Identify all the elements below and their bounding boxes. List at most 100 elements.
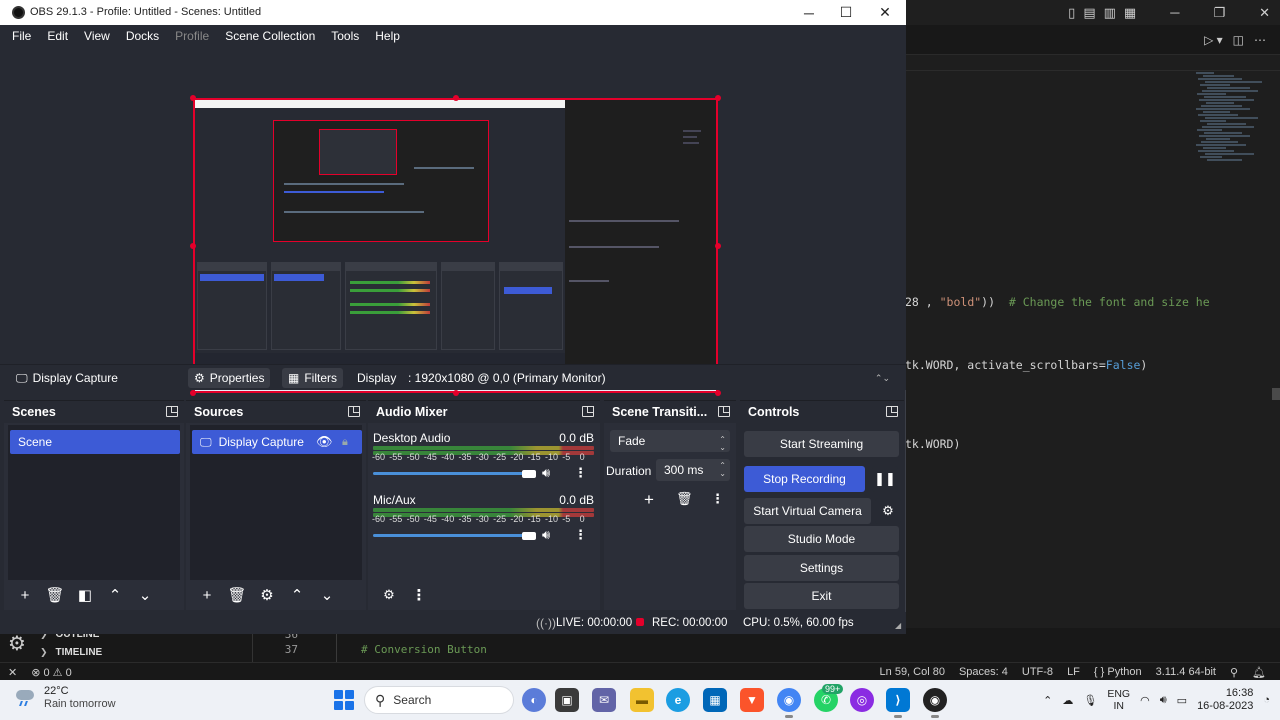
windows-start-icon[interactable] bbox=[334, 690, 354, 710]
layout-secondary-icon[interactable]: ▥ bbox=[1104, 5, 1116, 21]
chrome-icon[interactable]: ◉ bbox=[777, 688, 801, 718]
scene-filters-icon[interactable]: ◧ bbox=[70, 582, 100, 608]
menu-file[interactable]: File bbox=[4, 29, 39, 43]
chevron-down-icon[interactable]: ⌄ bbox=[312, 582, 342, 608]
minimize-icon[interactable]: ─ bbox=[1170, 5, 1179, 20]
trash-icon[interactable]: 🗑︎ bbox=[676, 491, 693, 507]
resize-handle[interactable] bbox=[190, 95, 196, 101]
menu-profile[interactable]: Profile bbox=[167, 29, 217, 43]
obs-icon[interactable]: ◉ bbox=[923, 688, 947, 718]
speaker-icon[interactable]: 🔊︎ bbox=[542, 527, 550, 543]
line-ending[interactable]: LF bbox=[1067, 666, 1080, 678]
layout-sidebar-icon[interactable]: ▯ bbox=[1068, 5, 1075, 21]
chevron-up-icon[interactable]: ⌃ bbox=[100, 582, 130, 608]
feedback-icon[interactable]: ⚲ bbox=[1230, 666, 1238, 679]
undock-icon[interactable] bbox=[166, 406, 178, 417]
copilot-icon[interactable]: ◐ bbox=[522, 688, 546, 712]
menu-edit[interactable]: Edit bbox=[39, 29, 76, 43]
problems-indicator[interactable]: ⊗ 0 ⚠ 0 bbox=[31, 666, 71, 679]
resize-handle[interactable] bbox=[715, 243, 721, 249]
code-comment[interactable]: # Conversion Button bbox=[361, 643, 487, 656]
volume-slider[interactable] bbox=[373, 472, 533, 475]
indentation[interactable]: Spaces: 4 bbox=[959, 666, 1008, 678]
encoding[interactable]: UTF-8 bbox=[1022, 666, 1053, 678]
notifications-icon[interactable]: 🔔︎ bbox=[1252, 666, 1266, 679]
add-transition-icon[interactable]: + bbox=[644, 490, 654, 510]
trash-icon[interactable]: 🗑︎ bbox=[40, 582, 70, 608]
resize-handle[interactable] bbox=[715, 390, 721, 396]
split-editor-icon[interactable]: ◫ bbox=[1233, 33, 1244, 47]
remote-icon[interactable]: ✕ bbox=[8, 666, 17, 679]
resize-handle[interactable] bbox=[715, 95, 721, 101]
duration-spinbox[interactable]: 300 ms ⌃ ⌄ bbox=[656, 459, 730, 481]
chevron-up-icon[interactable]: ⌃ bbox=[1043, 694, 1052, 707]
undock-icon[interactable] bbox=[718, 406, 730, 417]
menu-view[interactable]: View bbox=[76, 29, 118, 43]
store-icon[interactable]: ▦ bbox=[703, 688, 727, 712]
menu-docks[interactable]: Docks bbox=[118, 29, 167, 43]
transition-select[interactable]: Fade ⌃ ⌄ bbox=[610, 430, 730, 452]
chevron-up-icon[interactable]: ⌃ bbox=[282, 582, 312, 608]
add-scene-button[interactable]: + bbox=[10, 582, 40, 608]
stop-recording-button[interactable]: Stop Recording bbox=[744, 466, 865, 492]
timeline-section[interactable]: ❯ TIMELINE bbox=[40, 647, 102, 658]
file-explorer-icon[interactable]: ▬ bbox=[630, 688, 654, 712]
lock-icon[interactable]: 🔒︎ bbox=[342, 436, 348, 449]
trash-icon[interactable]: 🗑︎ bbox=[222, 582, 252, 608]
onedrive-icon[interactable]: ☁ bbox=[1062, 694, 1073, 707]
undock-icon[interactable] bbox=[886, 406, 898, 417]
weather-widget[interactable]: 22°C Rain tomorrow bbox=[14, 685, 116, 711]
undock-icon[interactable] bbox=[348, 406, 360, 417]
resize-handle[interactable] bbox=[190, 390, 196, 396]
resize-handle[interactable] bbox=[453, 390, 459, 396]
maximize-button[interactable]: ☐ bbox=[827, 0, 865, 25]
start-streaming-button[interactable]: Start Streaming bbox=[744, 431, 899, 457]
cursor-position[interactable]: Ln 59, Col 80 bbox=[880, 666, 945, 678]
filters-button[interactable]: ▦ Filters bbox=[282, 368, 344, 388]
language-indicator[interactable]: ENG IN bbox=[1107, 688, 1130, 712]
kebab-menu-icon[interactable]: ⋮ bbox=[404, 582, 434, 608]
pause-recording-icon[interactable]: ❚❚ bbox=[872, 466, 898, 492]
clock[interactable]: 16:38 16-08-2023 bbox=[1197, 687, 1253, 713]
chevron-down-icon[interactable]: ⌄ bbox=[130, 582, 160, 608]
brave-icon[interactable]: ▼ bbox=[740, 688, 764, 712]
resize-handle[interactable] bbox=[190, 243, 196, 249]
volume-slider[interactable] bbox=[373, 534, 533, 537]
settings-button[interactable]: Settings bbox=[744, 555, 899, 581]
start-virtual-camera-button[interactable]: Start Virtual Camera bbox=[744, 498, 871, 524]
properties-button[interactable]: ⚙ Properties bbox=[188, 368, 271, 388]
resize-grip-icon[interactable]: ◢ bbox=[895, 621, 901, 630]
speaker-icon[interactable]: 🔊︎ bbox=[542, 465, 550, 481]
chat-icon[interactable]: ✉ bbox=[592, 688, 616, 712]
menu-scene-collection[interactable]: Scene Collection bbox=[217, 29, 323, 43]
scrollbar[interactable] bbox=[1272, 388, 1280, 400]
code-line[interactable]: tk.WORD) bbox=[905, 437, 960, 451]
manage-gear-icon[interactable]: ⚙ bbox=[8, 633, 30, 655]
edge-icon[interactable]: e bbox=[666, 688, 690, 712]
display-select[interactable]: : 1920x1080 @ 0,0 (Primary Monitor) ⌃⌄ bbox=[400, 368, 898, 388]
language-mode[interactable]: { } Python bbox=[1094, 666, 1142, 678]
layout-panel-icon[interactable]: ▤ bbox=[1083, 5, 1095, 21]
resize-handle[interactable] bbox=[453, 95, 459, 101]
advanced-audio-icon[interactable]: ⚙ bbox=[374, 582, 404, 608]
virtual-camera-settings-icon[interactable]: ⚙ bbox=[875, 498, 901, 524]
customize-layout-icon[interactable]: ▦ bbox=[1124, 5, 1136, 21]
code-line[interactable]: 28 , "bold")) # Change the font and size… bbox=[905, 295, 1210, 309]
kebab-menu-icon[interactable]: ⋮ bbox=[574, 527, 587, 543]
spin-arrows-icon[interactable]: ⌃ ⌄ bbox=[719, 462, 726, 478]
program-preview[interactable] bbox=[193, 98, 718, 393]
menu-tools[interactable]: Tools bbox=[323, 29, 367, 43]
minimap[interactable] bbox=[1196, 72, 1268, 167]
studio-mode-button[interactable]: Studio Mode bbox=[744, 526, 899, 552]
interpreter[interactable]: 3.11.4 64-bit bbox=[1156, 666, 1216, 678]
add-source-button[interactable]: + bbox=[192, 582, 222, 608]
menu-help[interactable]: Help bbox=[367, 29, 408, 43]
volume-slider-handle[interactable] bbox=[522, 470, 536, 478]
volume-icon[interactable]: 🔊︎ bbox=[1160, 694, 1167, 707]
taskbar-search[interactable]: ⚲ Search bbox=[364, 686, 514, 714]
vscode-icon[interactable]: ⟩ bbox=[886, 688, 910, 718]
gear-icon[interactable]: ⚙ bbox=[252, 582, 282, 608]
kebab-menu-icon[interactable]: ⋮ bbox=[574, 465, 587, 481]
volume-slider-handle[interactable] bbox=[522, 532, 536, 540]
code-line[interactable]: tk.WORD, activate_scrollbars=False) bbox=[905, 358, 1147, 372]
